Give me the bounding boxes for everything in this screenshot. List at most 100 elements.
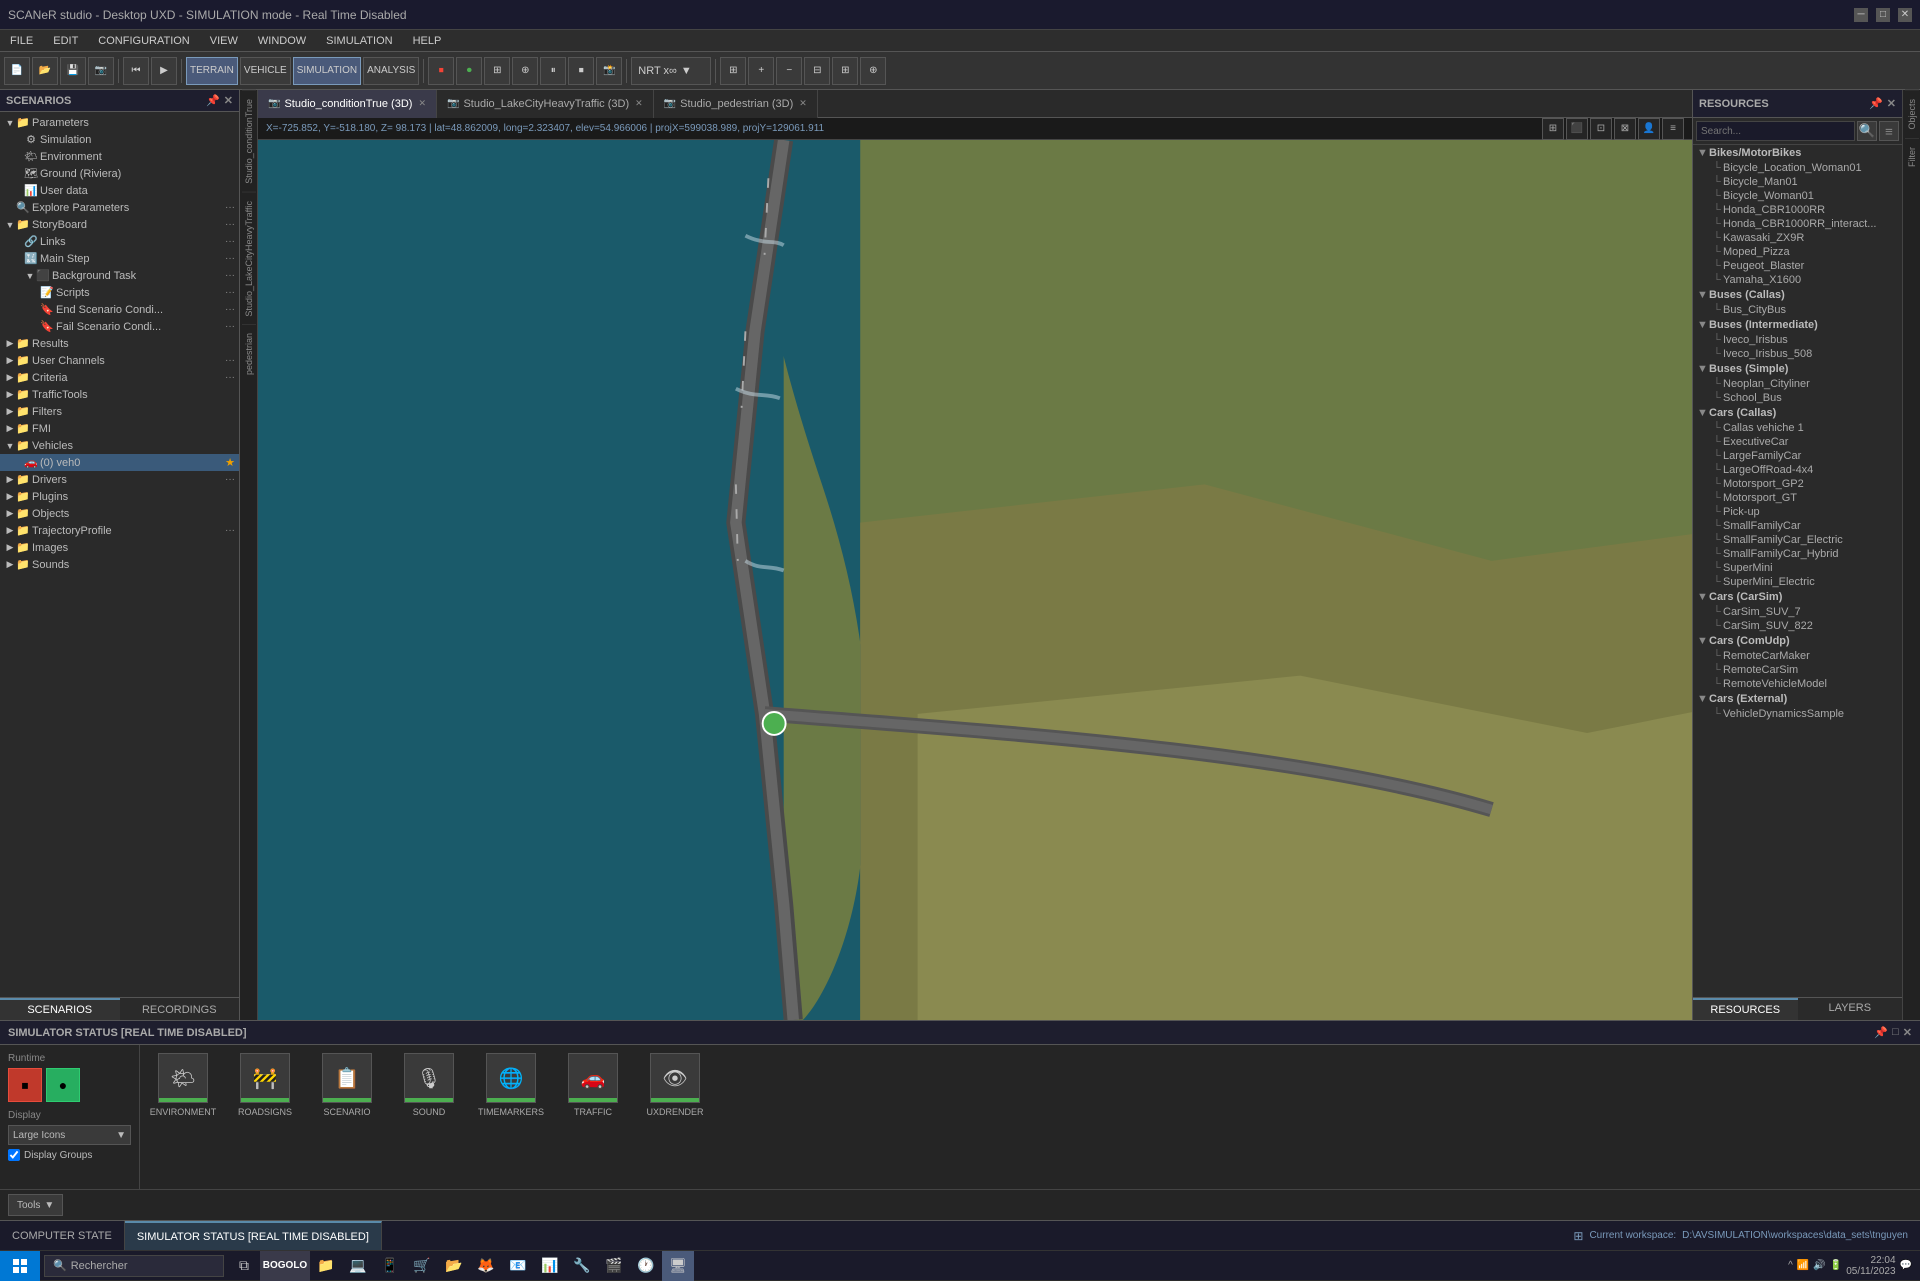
tb-save[interactable]: 💾 xyxy=(60,57,86,85)
res-item-iveco-508[interactable]: └Iveco_Irisbus_508 xyxy=(1693,347,1902,361)
res-item-honda-cbr[interactable]: └Honda_CBR1000RR xyxy=(1693,203,1902,217)
module-roadsigns[interactable]: 🚧 ROADSIGNS xyxy=(230,1053,300,1117)
taskbar-app-3d[interactable]: 💻 xyxy=(342,1251,374,1281)
taskbar-start-button[interactable] xyxy=(0,1251,40,1281)
res-item-execcar[interactable]: └ExecutiveCar xyxy=(1693,435,1902,449)
viewport-tab-1-close[interactable]: ✕ xyxy=(418,98,426,109)
tb-step[interactable]: ⊞ xyxy=(484,57,510,85)
sim-status-close[interactable]: ✕ xyxy=(1903,1026,1912,1039)
close-button[interactable]: ✕ xyxy=(1898,8,1912,22)
res-item-vehicledynamics[interactable]: └VehicleDynamicsSample xyxy=(1693,707,1902,721)
tray-network[interactable]: 📶 xyxy=(1797,1260,1809,1271)
tb-pause[interactable]: ⏸ xyxy=(540,57,566,85)
tree-fail-scenario[interactable]: 🔖 Fail Scenario Condi... ··· xyxy=(0,318,239,335)
tb-new[interactable]: 📄 xyxy=(4,57,30,85)
res-item-pickup[interactable]: └Pick-up xyxy=(1693,505,1902,519)
menu-file[interactable]: FILE xyxy=(0,33,43,49)
tb-camera2[interactable]: 📸 xyxy=(596,57,622,85)
viewport-3d[interactable] xyxy=(258,140,1692,1020)
menu-edit[interactable]: EDIT xyxy=(43,33,88,49)
sim-play-button[interactable]: ● xyxy=(46,1068,80,1102)
res-item-moped[interactable]: └Moped_Pizza xyxy=(1693,245,1902,259)
resources-filter-button[interactable]: ≡ xyxy=(1879,121,1899,141)
res-cat-bikes[interactable]: ▼ Bikes/MotorBikes xyxy=(1693,145,1902,161)
res-item-honda-cbr-int[interactable]: └Honda_CBR1000RR_interact... xyxy=(1693,217,1902,231)
tree-sounds[interactable]: ▶ 📁 Sounds xyxy=(0,556,239,573)
tree-plugins[interactable]: ▶ 📁 Plugins xyxy=(0,488,239,505)
tab-recordings[interactable]: RECORDINGS xyxy=(120,998,240,1020)
res-item-neoplan[interactable]: └Neoplan_Cityliner xyxy=(1693,377,1902,391)
tree-trajectoryprofile[interactable]: ▶ 📁 TrajectoryProfile ··· xyxy=(0,522,239,539)
status-tab-simulator[interactable]: SIMULATOR STATUS [REAL TIME DISABLED] xyxy=(125,1221,382,1250)
module-timemarkers[interactable]: 🌐 TIMEMARKERS xyxy=(476,1053,546,1117)
tb-start[interactable]: ⏺ xyxy=(456,57,482,85)
res-cat-cars-comudp[interactable]: ▼ Cars (ComUdp) xyxy=(1693,633,1902,649)
tree-environment[interactable]: 🌤 Environment xyxy=(0,148,239,165)
tray-notification[interactable]: 💬 xyxy=(1900,1260,1912,1271)
tree-userchannels[interactable]: ▶ 📁 User Channels ··· xyxy=(0,352,239,369)
res-item-remotecarsim[interactable]: └RemoteCarSim xyxy=(1693,663,1902,677)
res-item-carsim-suv7[interactable]: └CarSim_SUV_7 xyxy=(1693,605,1902,619)
taskbar-app-outlook[interactable]: 📧 xyxy=(502,1251,534,1281)
tb-stop2[interactable]: ⏹ xyxy=(568,57,594,85)
taskbar-app-scaner[interactable]: 🖥 xyxy=(662,1251,694,1281)
menu-simulation[interactable]: SIMULATION xyxy=(316,33,402,49)
view-btn-1[interactable]: ⊞ xyxy=(1542,118,1564,140)
tree-scripts[interactable]: 📝 Scripts ··· xyxy=(0,284,239,301)
tree-images[interactable]: ▶ 📁 Images xyxy=(0,539,239,556)
tree-traffictools[interactable]: ▶ 📁 TrafficTools xyxy=(0,386,239,403)
tb-play[interactable]: ▶ xyxy=(151,57,177,85)
module-scenario[interactable]: 📋 SCENARIO xyxy=(312,1053,382,1117)
resources-search-button[interactable]: 🔍 xyxy=(1857,121,1877,141)
scenarios-close[interactable]: ✕ xyxy=(224,94,233,107)
nrt-dropdown[interactable]: NRT x∞ ▼ xyxy=(631,57,711,85)
res-item-callas-1[interactable]: └Callas vehiche 1 xyxy=(1693,421,1902,435)
menu-help[interactable]: HELP xyxy=(403,33,452,49)
vert-label-filter[interactable]: Filter xyxy=(1905,138,1919,175)
sim-status-expand[interactable]: □ xyxy=(1892,1026,1899,1039)
tray-battery[interactable]: 🔋 xyxy=(1830,1260,1842,1271)
res-item-smallfamilycar[interactable]: └SmallFamilyCar xyxy=(1693,519,1902,533)
tb-camera[interactable]: 📷 xyxy=(88,57,114,85)
tb-vehicle[interactable]: VEHICLE xyxy=(240,57,291,85)
tree-end-scenario[interactable]: 🔖 End Scenario Condi... ··· xyxy=(0,301,239,318)
tree-mainstep[interactable]: 🔣 Main Step ··· xyxy=(0,250,239,267)
res-item-iveco-irisbus[interactable]: └Iveco_Irisbus xyxy=(1693,333,1902,347)
minimize-button[interactable]: ─ xyxy=(1854,8,1868,22)
res-item-largefamilycar[interactable]: └LargeFamilyCar xyxy=(1693,449,1902,463)
tb-fit[interactable]: ⊟ xyxy=(804,57,830,85)
taskbar-task-view[interactable]: ⧉ xyxy=(228,1251,260,1281)
taskbar-app-explorer[interactable]: 📁 xyxy=(310,1251,342,1281)
taskbar-app-powerpoint[interactable]: 📊 xyxy=(534,1251,566,1281)
scenarios-pin[interactable]: 📌 xyxy=(206,94,220,107)
tree-parameters[interactable]: ▼ 📁 Parameters xyxy=(0,114,239,131)
module-traffic[interactable]: 🚗 TRAFFIC xyxy=(558,1053,628,1117)
res-cat-buses-simple[interactable]: ▼ Buses (Simple) xyxy=(1693,361,1902,377)
tree-background-task[interactable]: ▼ ⬛ Background Task ··· xyxy=(0,267,239,284)
tb-play-back[interactable]: ⏮ xyxy=(123,57,149,85)
res-item-bicycle-woman01[interactable]: └Bicycle_Location_Woman01 xyxy=(1693,161,1902,175)
vert-label-lakecity[interactable]: Studio_LakeCityHeavyTraffic xyxy=(242,192,256,325)
status-tab-computer-state[interactable]: COMPUTER STATE xyxy=(0,1221,125,1250)
tree-vehicles[interactable]: ▼ 📁 Vehicles xyxy=(0,437,239,454)
taskbar-app-clock[interactable]: 🕐 xyxy=(630,1251,662,1281)
tray-chevron[interactable]: ^ xyxy=(1788,1260,1793,1271)
res-cat-cars-external[interactable]: ▼ Cars (External) xyxy=(1693,691,1902,707)
tree-storyboard[interactable]: ▼ 📁 StoryBoard ··· xyxy=(0,216,239,233)
tb-expand[interactable]: ⊞ xyxy=(832,57,858,85)
tb-crosshair[interactable]: ⊞ xyxy=(720,57,746,85)
menu-configuration[interactable]: CONFIGURATION xyxy=(88,33,199,49)
display-size-dropdown[interactable]: Large Icons ▼ xyxy=(8,1125,131,1145)
tools-dropdown[interactable]: Tools ▼ xyxy=(8,1194,63,1216)
taskbar-app-files[interactable]: 📂 xyxy=(438,1251,470,1281)
tree-veh0[interactable]: 🚗 (0) veh0 ★ xyxy=(0,454,239,471)
tree-explore-params[interactable]: 🔍 Explore Parameters ··· xyxy=(0,199,239,216)
module-sound[interactable]: 🎙 SOUND xyxy=(394,1053,464,1117)
tb-analysis[interactable]: ANALYSIS xyxy=(363,57,419,85)
menu-view[interactable]: VIEW xyxy=(200,33,248,49)
resources-pin[interactable]: 📌 xyxy=(1869,97,1883,110)
tb-simulation[interactable]: SIMULATION xyxy=(293,57,361,85)
tb-terrain[interactable]: TERRAIN xyxy=(186,57,238,85)
module-environment[interactable]: 🌤 ENVIRONMENT xyxy=(148,1053,218,1117)
tb-axes[interactable]: ⊕ xyxy=(860,57,886,85)
